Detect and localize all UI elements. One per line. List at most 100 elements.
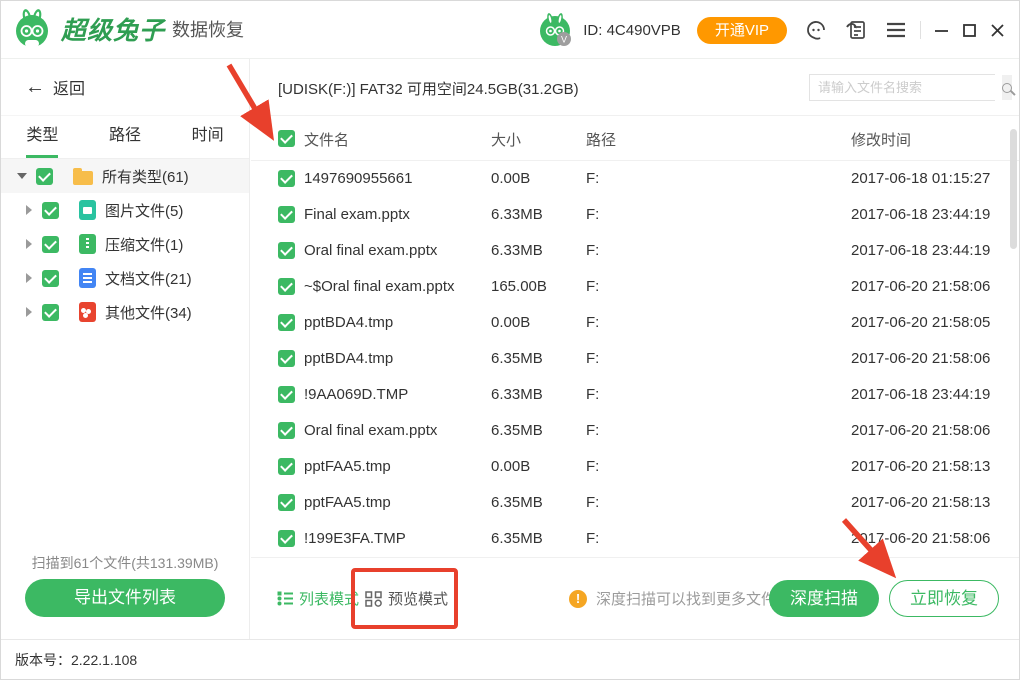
table-row[interactable]: Oral final exam.pptx 6.33MB F: 2017-06-1… [251, 233, 1019, 269]
file-size-cell: 6.35MB [491, 350, 543, 367]
file-name-cell: Oral final exam.pptx [304, 242, 437, 259]
tree-item-images[interactable]: 图片文件(5) [1, 193, 249, 227]
row-checkbox[interactable] [278, 458, 295, 475]
user-avatar[interactable]: V [537, 12, 573, 48]
search-input[interactable] [810, 75, 1002, 100]
table-row[interactable]: pptFAA5.tmp 0.00B F: 2017-06-20 21:58:13 [251, 449, 1019, 485]
status-footer: 版本号：2.22.1.108 [1, 639, 1019, 679]
preview-mode-button[interactable]: 预览模式 [365, 588, 448, 609]
file-path-cell: F: [586, 422, 599, 439]
file-modified-cell: 2017-06-20 21:58:06 [851, 350, 990, 367]
document-file-icon [79, 268, 96, 288]
file-path-cell: F: [586, 206, 599, 223]
row-checkbox[interactable] [278, 170, 295, 187]
row-checkbox[interactable] [278, 278, 295, 295]
file-name-cell: 1497690955661 [304, 170, 412, 187]
sidebar-tabs: 类型 路径 时间 [1, 116, 249, 159]
tree-item-all-types[interactable]: 所有类型(61) [1, 159, 249, 193]
file-path-cell: F: [586, 386, 599, 403]
table-row[interactable]: pptBDA4.tmp 0.00B F: 2017-06-20 21:58:05 [251, 305, 1019, 341]
file-modified-cell: 2017-06-20 21:58:06 [851, 530, 990, 547]
file-name-cell: pptBDA4.tmp [304, 350, 393, 367]
table-row[interactable]: !9AA069D.TMP 6.33MB F: 2017-06-18 23:44:… [251, 377, 1019, 413]
export-file-list-button[interactable]: 导出文件列表 [25, 579, 225, 617]
file-size-cell: 0.00B [491, 314, 530, 331]
tree-checkbox[interactable] [42, 236, 59, 253]
tree-checkbox[interactable] [42, 270, 59, 287]
table-row[interactable]: pptFAA5.tmp 6.35MB F: 2017-06-20 21:58:1… [251, 485, 1019, 521]
select-all-checkbox[interactable] [278, 130, 295, 147]
tree-checkbox[interactable] [36, 168, 53, 185]
product-name: 数据恢复 [172, 16, 244, 42]
tree-item-archives[interactable]: 压缩文件(1) [1, 227, 249, 261]
table-row[interactable]: pptBDA4.tmp 6.35MB F: 2017-06-20 21:58:0… [251, 341, 1019, 377]
row-checkbox[interactable] [278, 494, 295, 511]
table-row[interactable]: 1497690955661 0.00B F: 2017-06-18 01:15:… [251, 161, 1019, 197]
tree-checkbox[interactable] [42, 202, 59, 219]
file-modified-cell: 2017-06-20 21:58:06 [851, 422, 990, 439]
rabbit-logo-icon [13, 9, 53, 49]
column-header-path[interactable]: 路径 [586, 129, 616, 150]
column-header-name[interactable]: 文件名 [304, 129, 349, 150]
file-size-cell: 6.33MB [491, 386, 543, 403]
row-checkbox[interactable] [278, 350, 295, 367]
expand-arrow-icon[interactable] [26, 307, 32, 317]
row-checkbox[interactable] [278, 530, 295, 547]
version-label: 版本号：2.22.1.108 [15, 650, 137, 670]
file-name-cell: !9AA069D.TMP [304, 386, 408, 403]
main-panel: [UDISK(F:)] FAT32 可用空间24.5GB(31.2GB) 文件名… [251, 59, 1019, 639]
tree-item-documents[interactable]: 文档文件(21) [1, 261, 249, 295]
minimize-icon[interactable] [934, 23, 949, 38]
row-checkbox[interactable] [278, 386, 295, 403]
file-size-cell: 6.33MB [491, 242, 543, 259]
list-mode-button[interactable]: 列表模式 [277, 588, 359, 609]
file-modified-cell: 2017-06-20 21:58:13 [851, 458, 990, 475]
menu-icon[interactable] [886, 22, 906, 38]
row-checkbox[interactable] [278, 206, 295, 223]
table-row[interactable]: Oral final exam.pptx 6.35MB F: 2017-06-2… [251, 413, 1019, 449]
tab-type[interactable]: 类型 [1, 116, 84, 158]
table-row[interactable]: ~$Oral final exam.pptx 165.00B F: 2017-0… [251, 269, 1019, 305]
file-path-cell: F: [586, 494, 599, 511]
bottom-bar: 列表模式 预览模式 ! 深度扫描可以找到更多文件 深度扫描 立即恢复 [251, 557, 1019, 639]
expand-arrow-icon[interactable] [26, 205, 32, 215]
table-row[interactable]: !199E3FA.TMP 6.35MB F: 2017-06-20 21:58:… [251, 521, 1019, 557]
vip-button[interactable]: 开通VIP [697, 17, 787, 44]
warning-icon: ! [569, 590, 587, 608]
deep-scan-button[interactable]: 深度扫描 [769, 580, 879, 617]
file-size-cell: 6.33MB [491, 206, 543, 223]
zip-file-icon [79, 234, 96, 254]
tab-path[interactable]: 路径 [84, 116, 167, 158]
search-button[interactable] [1002, 75, 1012, 100]
scrollbar-thumb[interactable] [1010, 129, 1017, 249]
file-name-cell: pptFAA5.tmp [304, 494, 391, 511]
column-header-modified[interactable]: 修改时间 [851, 129, 911, 150]
search-icon [1002, 83, 1012, 93]
file-size-cell: 0.00B [491, 458, 530, 475]
brand-name: 超级兔子 [61, 11, 165, 47]
expand-arrow-icon[interactable] [26, 239, 32, 249]
tree-item-others[interactable]: 其他文件(34) [1, 295, 249, 329]
row-checkbox[interactable] [278, 422, 295, 439]
maximize-icon[interactable] [962, 23, 977, 38]
expand-arrow-icon[interactable] [26, 273, 32, 283]
file-path-cell: F: [586, 350, 599, 367]
file-modified-cell: 2017-06-20 21:58:13 [851, 494, 990, 511]
drive-info-bar: [UDISK(F:)] FAT32 可用空间24.5GB(31.2GB) [251, 59, 1019, 116]
row-checkbox[interactable] [278, 314, 295, 331]
customer-service-icon[interactable] [804, 18, 828, 42]
tab-time[interactable]: 时间 [166, 116, 249, 158]
table-row[interactable]: Final exam.pptx 6.33MB F: 2017-06-18 23:… [251, 197, 1019, 233]
file-path-cell: F: [586, 242, 599, 259]
close-icon[interactable] [990, 23, 1005, 38]
column-header-size[interactable]: 大小 [491, 129, 521, 150]
feedback-icon[interactable] [845, 18, 869, 42]
collapse-arrow-icon[interactable] [17, 173, 27, 179]
tree-checkbox[interactable] [42, 304, 59, 321]
recover-now-button[interactable]: 立即恢复 [889, 580, 999, 617]
row-checkbox[interactable] [278, 242, 295, 259]
app-window: 超级兔子 数据恢复 V ID: 4C490VPB 开通VIP [0, 0, 1020, 680]
app-logo: 超级兔子 数据恢复 [13, 9, 244, 49]
back-button[interactable]: ← 返回 [1, 59, 249, 116]
file-modified-cell: 2017-06-18 23:44:19 [851, 386, 990, 403]
